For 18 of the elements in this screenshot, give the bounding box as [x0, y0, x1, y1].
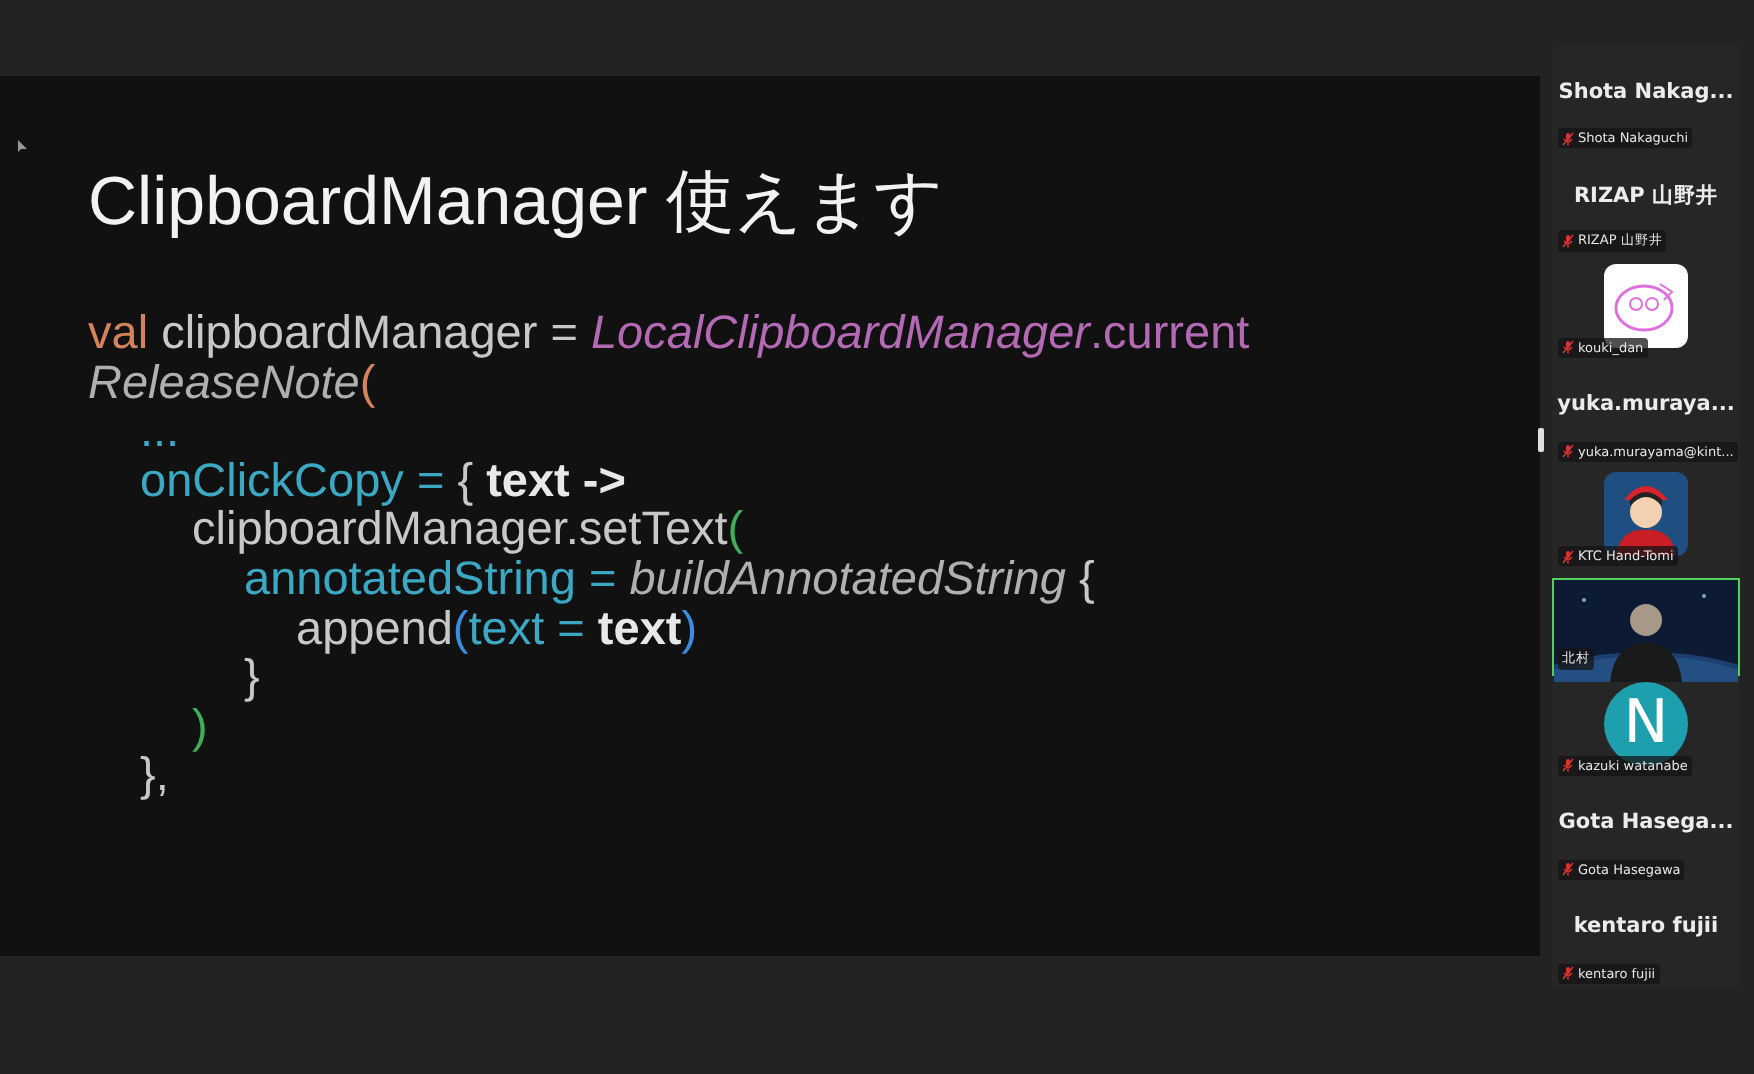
- code-line: ReleaseNote(: [88, 357, 376, 407]
- code-line: onClickCopy = { text ->: [140, 455, 628, 505]
- code-line: ...: [140, 406, 182, 456]
- participant-name: yuka.muraya...: [1557, 392, 1735, 417]
- cursor-icon: [18, 140, 28, 154]
- code-line: clipboardManager.setText(: [192, 504, 746, 554]
- code-line: append(text = text): [296, 603, 698, 653]
- participant-name: kentaro fujii: [1573, 914, 1719, 939]
- resize-handle[interactable]: [1538, 428, 1544, 452]
- participant-name: RIZAP 山野井: [1573, 181, 1719, 210]
- participant-name: Shota Nakag...: [1558, 79, 1734, 104]
- code-line: ): [192, 701, 210, 751]
- slide-title: ClipboardManager 使えます: [88, 162, 947, 244]
- participant-name: Gota Hasega...: [1558, 810, 1734, 835]
- code-line: val clipboardManager = LocalClipboardManager.current: [88, 308, 1252, 358]
- code-line: }: [244, 652, 262, 702]
- code-line: },: [140, 750, 171, 800]
- code-line: annotatedString = buildAnnotatedString {: [244, 553, 1097, 604]
